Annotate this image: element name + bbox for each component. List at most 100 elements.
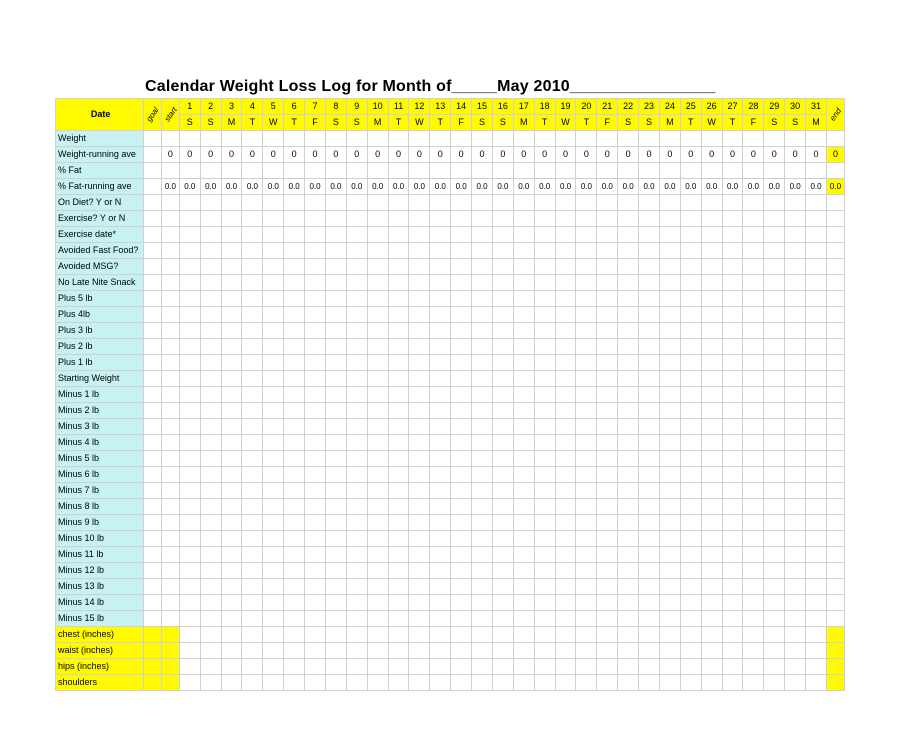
row-label: Starting Weight: [56, 371, 144, 387]
cell-day: [534, 275, 555, 291]
cell-day: [513, 195, 534, 211]
row-minus-10: Minus 11 lb: [56, 547, 845, 563]
cell-day: [722, 547, 743, 563]
cell-day: [785, 675, 806, 691]
cell-day: [534, 435, 555, 451]
cell-day: [492, 643, 513, 659]
header-dow-12: W: [409, 115, 430, 131]
row-plus-2: Plus 3 lb: [56, 323, 845, 339]
cell-start: [162, 643, 180, 659]
cell-day: [722, 307, 743, 323]
cell-day: [409, 355, 430, 371]
cell-day: [680, 259, 701, 275]
cell-day: [659, 131, 680, 147]
cell-day: [492, 403, 513, 419]
cell-day: [659, 211, 680, 227]
cell-day: [555, 243, 576, 259]
cell-day: [200, 579, 221, 595]
header-day-2: 2: [200, 99, 221, 115]
cell-day: [430, 371, 451, 387]
cell-end: [826, 339, 844, 355]
header-dow-6: T: [284, 115, 305, 131]
cell-day: [701, 355, 722, 371]
cell-day: [785, 243, 806, 259]
cell-day: [472, 195, 493, 211]
cell-day: 0: [179, 147, 200, 163]
cell-day: [325, 659, 346, 675]
cell-day: [367, 579, 388, 595]
cell-day: [451, 227, 472, 243]
cell-day: [492, 483, 513, 499]
cell-day: [242, 403, 263, 419]
header-dow-26: W: [701, 115, 722, 131]
cell-day: [597, 227, 618, 243]
cell-day: [325, 451, 346, 467]
cell-day: [179, 659, 200, 675]
cell-day: [200, 211, 221, 227]
cell-day: [346, 659, 367, 675]
cell-day: [722, 515, 743, 531]
cell-start: [162, 403, 180, 419]
cell-day: [806, 275, 827, 291]
row-meas-0: chest (inches): [56, 627, 845, 643]
cell-day: [764, 419, 785, 435]
cell-day: [785, 499, 806, 515]
cell-day: [388, 131, 409, 147]
cell-day: [534, 499, 555, 515]
cell-day: [430, 547, 451, 563]
cell-day: [597, 515, 618, 531]
cell-day: [492, 467, 513, 483]
cell-day: 0.0: [284, 179, 305, 195]
cell-day: [534, 515, 555, 531]
cell-day: [284, 371, 305, 387]
cell-goal: [144, 611, 162, 627]
cell-day: [179, 563, 200, 579]
cell-goal: [144, 291, 162, 307]
cell-day: 0: [221, 147, 242, 163]
cell-day: [659, 579, 680, 595]
cell-day: [597, 595, 618, 611]
cell-day: 0.0: [492, 179, 513, 195]
cell-day: [680, 563, 701, 579]
cell-day: [513, 163, 534, 179]
cell-day: [409, 643, 430, 659]
cell-day: [806, 259, 827, 275]
cell-day: [492, 499, 513, 515]
cell-day: [451, 499, 472, 515]
cell-day: [576, 291, 597, 307]
cell-day: [597, 627, 618, 643]
cell-day: [722, 403, 743, 419]
cell-day: [701, 259, 722, 275]
cell-end: [826, 483, 844, 499]
cell-day: [284, 659, 305, 675]
cell-day: [346, 451, 367, 467]
cell-day: [555, 563, 576, 579]
cell-end: 0: [826, 147, 844, 163]
cell-day: [618, 595, 639, 611]
cell-day: [346, 323, 367, 339]
cell-day: [806, 419, 827, 435]
cell-day: [263, 675, 284, 691]
cell-day: [179, 515, 200, 531]
cell-day: [785, 211, 806, 227]
cell-day: [806, 307, 827, 323]
cell-day: [221, 163, 242, 179]
cell-day: [764, 275, 785, 291]
cell-day: 0: [597, 147, 618, 163]
cell-day: [555, 371, 576, 387]
cell-start: [162, 307, 180, 323]
cell-day: [179, 195, 200, 211]
cell-day: [806, 627, 827, 643]
cell-day: [597, 531, 618, 547]
cell-day: [430, 659, 451, 675]
cell-day: 0.0: [680, 179, 701, 195]
cell-day: [388, 451, 409, 467]
cell-day: [597, 643, 618, 659]
cell-day: 0: [451, 147, 472, 163]
cell-day: [325, 387, 346, 403]
cell-day: [263, 451, 284, 467]
cell-day: [555, 275, 576, 291]
cell-day: [513, 659, 534, 675]
cell-day: [367, 259, 388, 275]
header-dow-23: S: [639, 115, 660, 131]
